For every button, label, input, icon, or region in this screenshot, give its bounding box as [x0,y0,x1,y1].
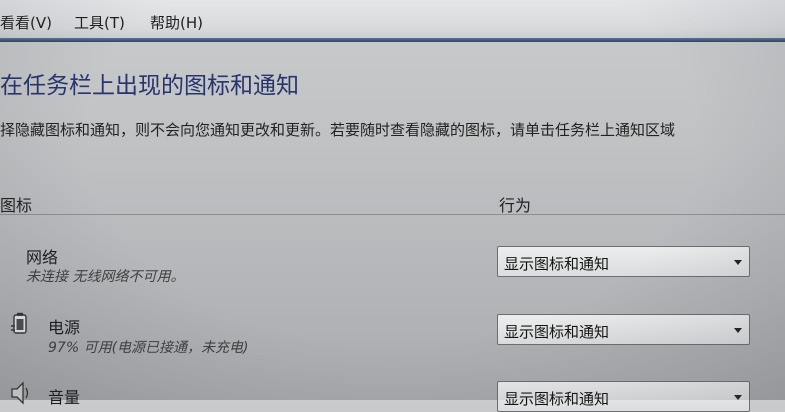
row-network-behavior-value: 显示图标和通知 [504,255,610,273]
page-description: 择隐藏图标和通知，则不会向您通知更改和更新。若要随时查看隐藏的图标，请单击任务栏… [0,121,676,139]
row-volume-behavior-select[interactable]: 显示图标和通知 [497,381,750,412]
menu-bar-border [0,38,785,42]
chevron-down-icon [734,328,742,333]
chevron-down-icon [734,260,742,265]
power-icon [10,312,32,338]
row-network-behavior-select[interactable]: 显示图标和通知 [497,246,750,277]
row-volume-behavior-value: 显示图标和通知 [504,390,610,408]
column-header-behavior: 行为 [499,196,532,215]
row-power-name: 电源 [48,318,81,337]
row-network-name: 网络 [26,248,59,267]
row-power-status: 97% 可用(电源已接通，未充电) [48,340,249,356]
menu-bar: 看看(V) 工具(T) 帮助(H) [0,0,785,42]
volume-icon [10,380,32,406]
row-volume-name: 音量 [48,388,81,407]
menu-tools[interactable]: 工具(T) [74,12,125,33]
row-power-behavior-select[interactable]: 显示图标和通知 [497,314,750,345]
row-power-behavior-value: 显示图标和通知 [504,323,610,341]
column-header-icons: 图标 [0,196,33,215]
header-divider [0,214,785,215]
page-title: 在任务栏上出现的图标和通知 [0,73,299,99]
row-network-status: 未连接 无线网络不可用。 [26,269,185,285]
menu-view[interactable]: 看看(V) [0,12,52,33]
chevron-down-icon [734,395,742,400]
menu-help[interactable]: 帮助(H) [150,12,203,33]
